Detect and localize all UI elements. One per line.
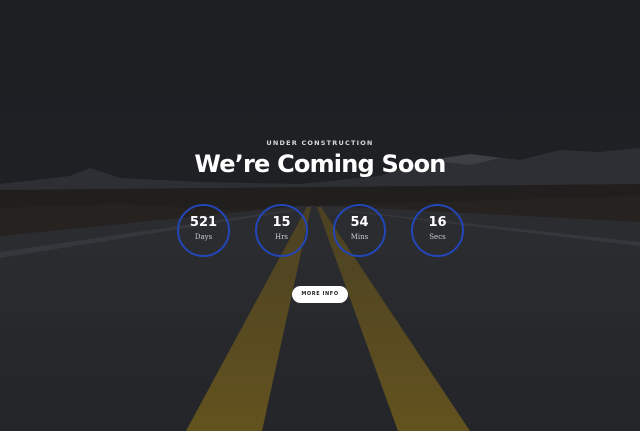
eyebrow-text: UNDER CONSTRUCTION xyxy=(266,139,374,147)
countdown-timer: 521 Days 15 Hrs 54 Mins 16 Secs xyxy=(177,204,467,257)
page-title: We’re Coming Soon xyxy=(194,150,446,178)
countdown-hours-label: Hrs xyxy=(274,233,289,241)
coming-soon-page: UNDER CONSTRUCTION We’re Coming Soon 521… xyxy=(0,0,640,431)
countdown-days-value: 521 xyxy=(189,215,218,230)
countdown-minutes: 54 Mins xyxy=(333,204,386,257)
countdown-seconds: 16 Secs xyxy=(411,204,464,257)
countdown-days: 521 Days xyxy=(177,204,230,257)
countdown-minutes-value: 54 xyxy=(350,215,369,230)
countdown-hours-value: 15 xyxy=(272,215,291,230)
countdown-seconds-value: 16 xyxy=(428,215,447,230)
countdown-days-label: Days xyxy=(194,233,213,241)
more-info-button[interactable]: MORE INFO xyxy=(292,286,348,303)
hero-content: UNDER CONSTRUCTION We’re Coming Soon 521… xyxy=(0,0,640,431)
countdown-hours: 15 Hrs xyxy=(255,204,308,257)
countdown-minutes-label: Mins xyxy=(350,233,369,241)
countdown-seconds-label: Secs xyxy=(429,233,446,241)
